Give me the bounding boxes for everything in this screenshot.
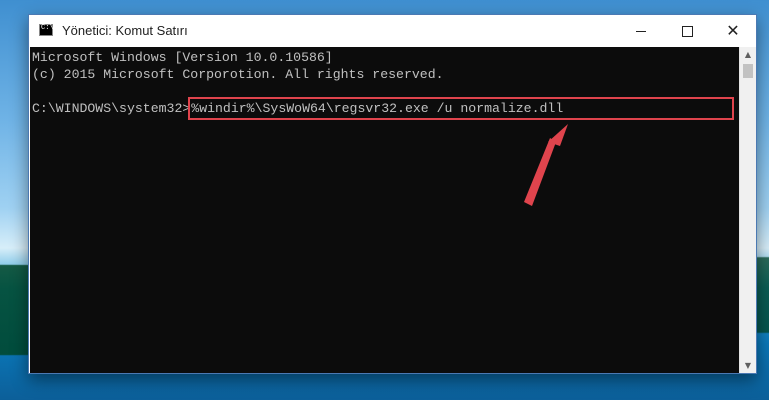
title-bar[interactable]: Yönetici: Komut Satırı ✕ <box>29 15 756 47</box>
annotation-arrow-icon <box>524 124 568 206</box>
prompt-line: C:\WINDOWS\system32>%windir%\SysWoW64\re… <box>32 97 741 120</box>
arrow-shaft <box>524 138 556 206</box>
console-line: (c) 2015 Microsoft Corporotion. All righ… <box>32 67 444 82</box>
command-text[interactable]: %windir%\SysWoW64\regsvr32.exe /u normal… <box>191 101 563 116</box>
close-icon: ✕ <box>726 21 740 40</box>
command-highlight-box: %windir%\SysWoW64\regsvr32.exe /u normal… <box>188 97 735 120</box>
scroll-down-icon[interactable]: ▼ <box>740 358 756 373</box>
cmd-icon <box>39 24 54 36</box>
command-prompt-window: Yönetici: Komut Satırı ✕ Microsoft Windo… <box>28 14 757 374</box>
console-output[interactable]: Microsoft Windows [Version 10.0.10586] (… <box>30 47 741 373</box>
scroll-up-icon[interactable]: ▲ <box>740 47 756 62</box>
maximize-icon <box>681 25 693 37</box>
window-title: Yönetici: Komut Satırı <box>62 23 188 38</box>
maximize-button[interactable] <box>664 15 710 47</box>
vertical-scrollbar[interactable]: ▲ ▼ <box>739 47 756 373</box>
minimize-button[interactable] <box>618 15 664 47</box>
console-line: Microsoft Windows [Version 10.0.10586] <box>32 50 333 65</box>
prompt-text: C:\WINDOWS\system32> <box>32 101 191 116</box>
scroll-thumb[interactable] <box>743 64 753 78</box>
close-button[interactable]: ✕ <box>710 15 756 47</box>
minimize-icon <box>636 30 646 32</box>
